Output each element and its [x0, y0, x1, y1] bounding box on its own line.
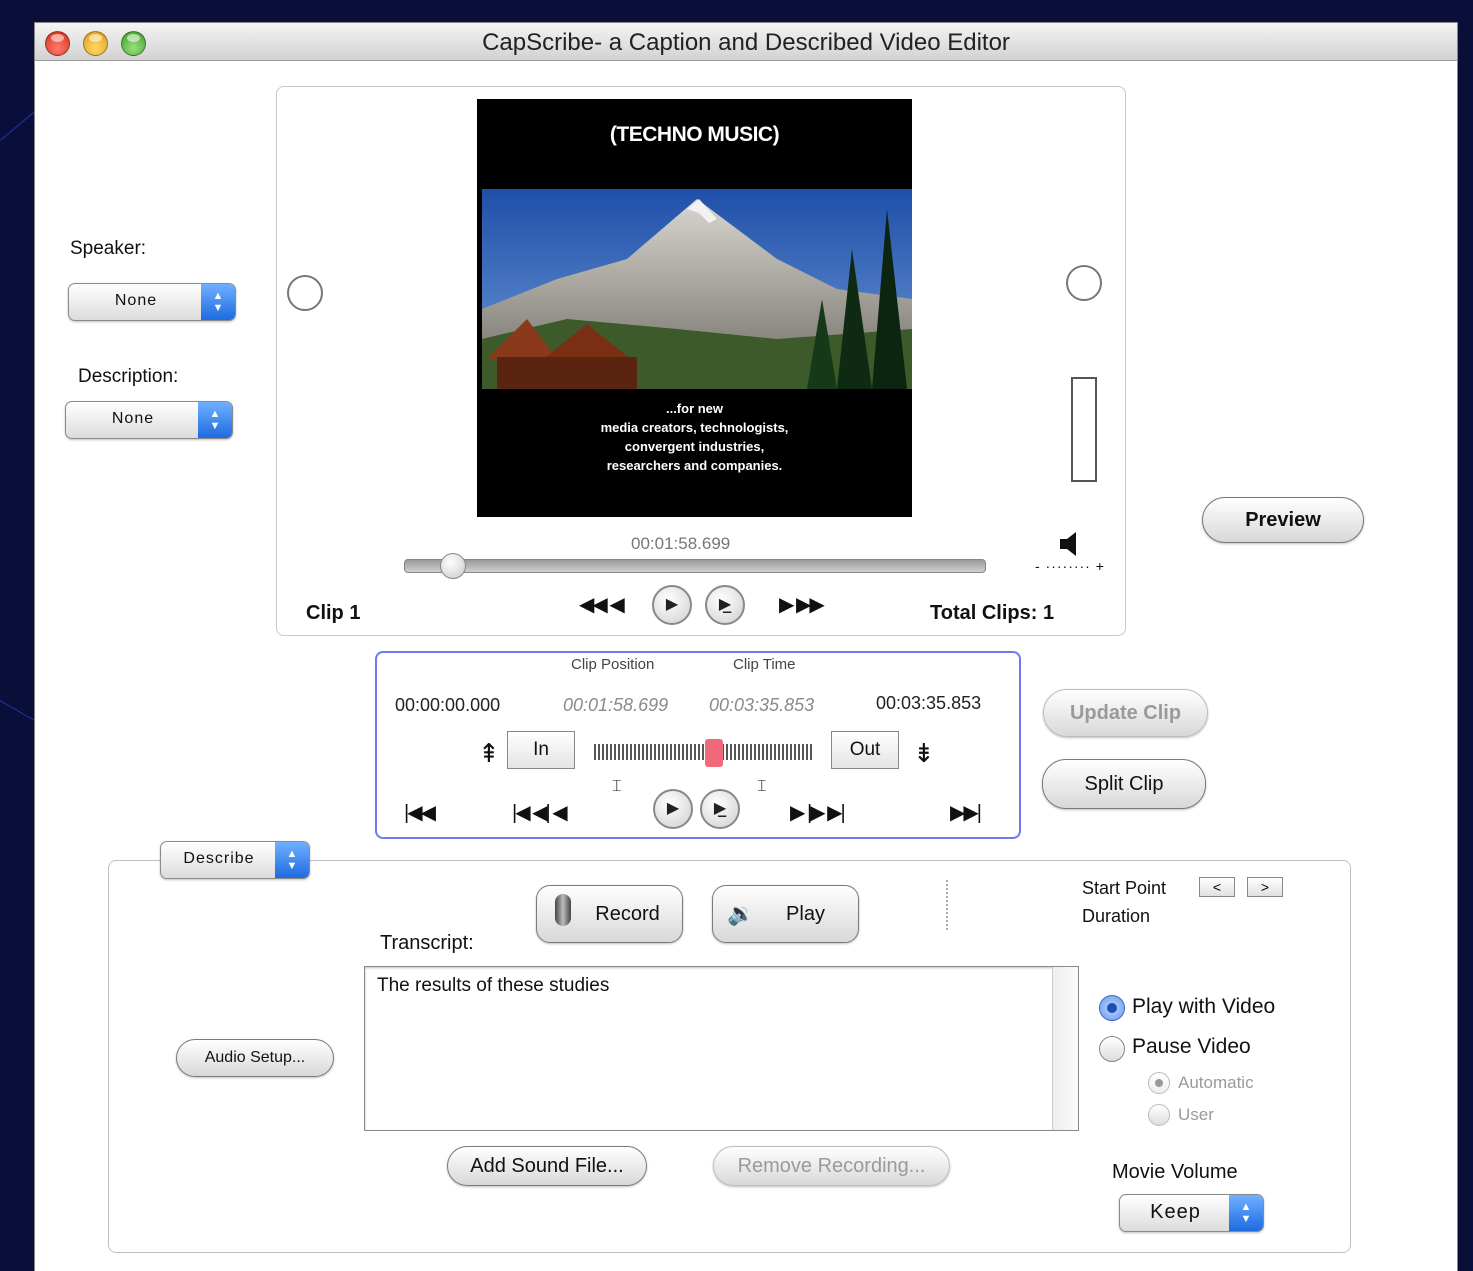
movie-volume-value: Keep [1150, 1201, 1201, 1223]
background-line [0, 700, 35, 721]
volume-scale: - ········ + [1035, 558, 1105, 574]
start-point-prev-button[interactable]: < [1199, 877, 1235, 897]
popup-arrows-icon: ▲ ▼ [198, 402, 232, 438]
video-timecode: 00:01:58.699 [631, 534, 731, 553]
clip-time-value: 00:03:35.853 [709, 695, 815, 715]
transcript-textarea[interactable]: The results of these studies [364, 966, 1079, 1131]
volume-slider[interactable] [1071, 377, 1097, 482]
audio-setup-button[interactable]: Audio Setup... [176, 1039, 334, 1077]
start-time: 00:00:00.000 [395, 695, 501, 715]
duration-label: Duration [1082, 906, 1151, 926]
play-label: Play [786, 903, 825, 925]
playhead-knob[interactable] [440, 553, 466, 579]
end-time: 00:03:35.853 [876, 693, 982, 713]
mode-value: Describe [183, 850, 255, 867]
mode-popup[interactable]: Describe ▲ ▼ [160, 841, 310, 879]
clip-position-value: 00:01:58.699 [563, 695, 669, 715]
speaker-label: Speaker: [70, 238, 147, 259]
popup-arrows-icon: ▲ ▼ [275, 842, 309, 878]
video-frame[interactable]: (TECHNO MUSIC) ...for new media creators… [477, 99, 912, 517]
description-label: Description: [78, 366, 179, 387]
microphone-icon [555, 894, 571, 926]
caption-bottom: ...for new media creators, technologists… [497, 399, 892, 475]
window-title: CapScribe- a Caption and Described Video… [482, 29, 1010, 56]
nudge-in-icon[interactable]: ⇞ [478, 738, 500, 769]
caption-line: researchers and companies. [606, 458, 783, 473]
play-icon[interactable]: ▶ [653, 789, 693, 829]
movie-volume-popup[interactable]: Keep ▲ ▼ [1119, 1194, 1264, 1232]
clip-label: Clip 1 [306, 602, 361, 624]
clip-position-label: Clip Position [571, 656, 655, 673]
transcript-text: The results of these studies [377, 975, 610, 996]
go-to-start-icon[interactable]: |◀◀ [404, 800, 436, 825]
speaker-popup[interactable]: None ▲ ▼ [68, 283, 236, 321]
nudge-out-icon[interactable]: ⇟ [913, 738, 935, 769]
clip-time-label: Clip Time [733, 656, 796, 673]
caption-line: media creators, technologists, [600, 420, 789, 435]
user-label: User [1178, 1105, 1214, 1124]
rewind-icon[interactable]: ◀◀ ◀ [579, 592, 625, 617]
volume-icon [1060, 532, 1076, 556]
marker-out-icon: ⌶ [757, 778, 767, 795]
caption-line: convergent industries, [624, 439, 765, 454]
divider [946, 880, 948, 930]
marker-in-icon: ⌶ [612, 778, 622, 795]
play-with-video-label: Play with Video [1132, 995, 1276, 1018]
user-radio[interactable] [1148, 1104, 1170, 1126]
mark-in-ring[interactable] [287, 275, 323, 311]
movie-volume-label: Movie Volume [1112, 1161, 1238, 1183]
transcript-label: Transcript: [380, 932, 474, 954]
caption-top: (TECHNO MUSIC) [609, 123, 780, 146]
description-popup[interactable]: None ▲ ▼ [65, 401, 233, 439]
in-button[interactable]: In [507, 731, 575, 769]
fast-forward-icon[interactable]: ▶ ▶▶ [779, 592, 825, 617]
preview-button[interactable]: Preview [1202, 497, 1364, 543]
start-point-next-button[interactable]: > [1247, 877, 1283, 897]
automatic-radio[interactable] [1148, 1072, 1170, 1094]
record-button[interactable]: Record [536, 885, 683, 943]
split-clip-button[interactable]: Split Clip [1042, 759, 1206, 809]
play-audio-button[interactable]: 🔉 Play [712, 885, 859, 943]
transcript-scrollbar[interactable] [1052, 967, 1078, 1130]
total-clips: Total Clips: 1 [930, 602, 1055, 624]
popup-arrows-icon: ▲ ▼ [201, 284, 235, 320]
record-label: Record [595, 903, 660, 925]
speaker-value: None [114, 292, 158, 309]
step-back-icon[interactable]: |◀ ◀| ◀ [512, 800, 568, 825]
play-selection-icon[interactable]: ▶̲ [705, 585, 745, 625]
update-clip-button[interactable]: Update Clip [1043, 689, 1208, 737]
description-value: None [111, 410, 155, 427]
start-point-label: Start Point [1082, 878, 1167, 898]
clip-scrubber[interactable] [594, 744, 812, 760]
play-with-video-radio[interactable] [1099, 995, 1125, 1021]
out-button[interactable]: Out [831, 731, 899, 769]
title-bar: CapScribe- a Caption and Described Video… [35, 23, 1457, 61]
add-sound-file-button[interactable]: Add Sound File... [447, 1146, 647, 1186]
speaker-icon: 🔉 [727, 901, 755, 926]
play-selection-icon[interactable]: ▶̲ [700, 789, 740, 829]
pause-video-label: Pause Video [1132, 1035, 1251, 1058]
scrubber-handle[interactable] [705, 739, 723, 767]
step-forward-icon[interactable]: ▶ |▶ ▶| [790, 800, 846, 825]
playhead-track[interactable] [404, 559, 986, 573]
popup-arrows-icon: ▲ ▼ [1229, 1195, 1263, 1231]
automatic-label: Automatic [1178, 1073, 1254, 1092]
play-icon[interactable]: ▶ [652, 585, 692, 625]
go-to-end-icon[interactable]: ▶▶| [950, 800, 982, 825]
pause-video-radio[interactable] [1099, 1036, 1125, 1062]
mark-out-ring[interactable] [1066, 265, 1102, 301]
mountain-scene-image [482, 189, 912, 389]
remove-recording-button[interactable]: Remove Recording... [713, 1146, 950, 1186]
caption-line: ...for new [665, 401, 724, 416]
